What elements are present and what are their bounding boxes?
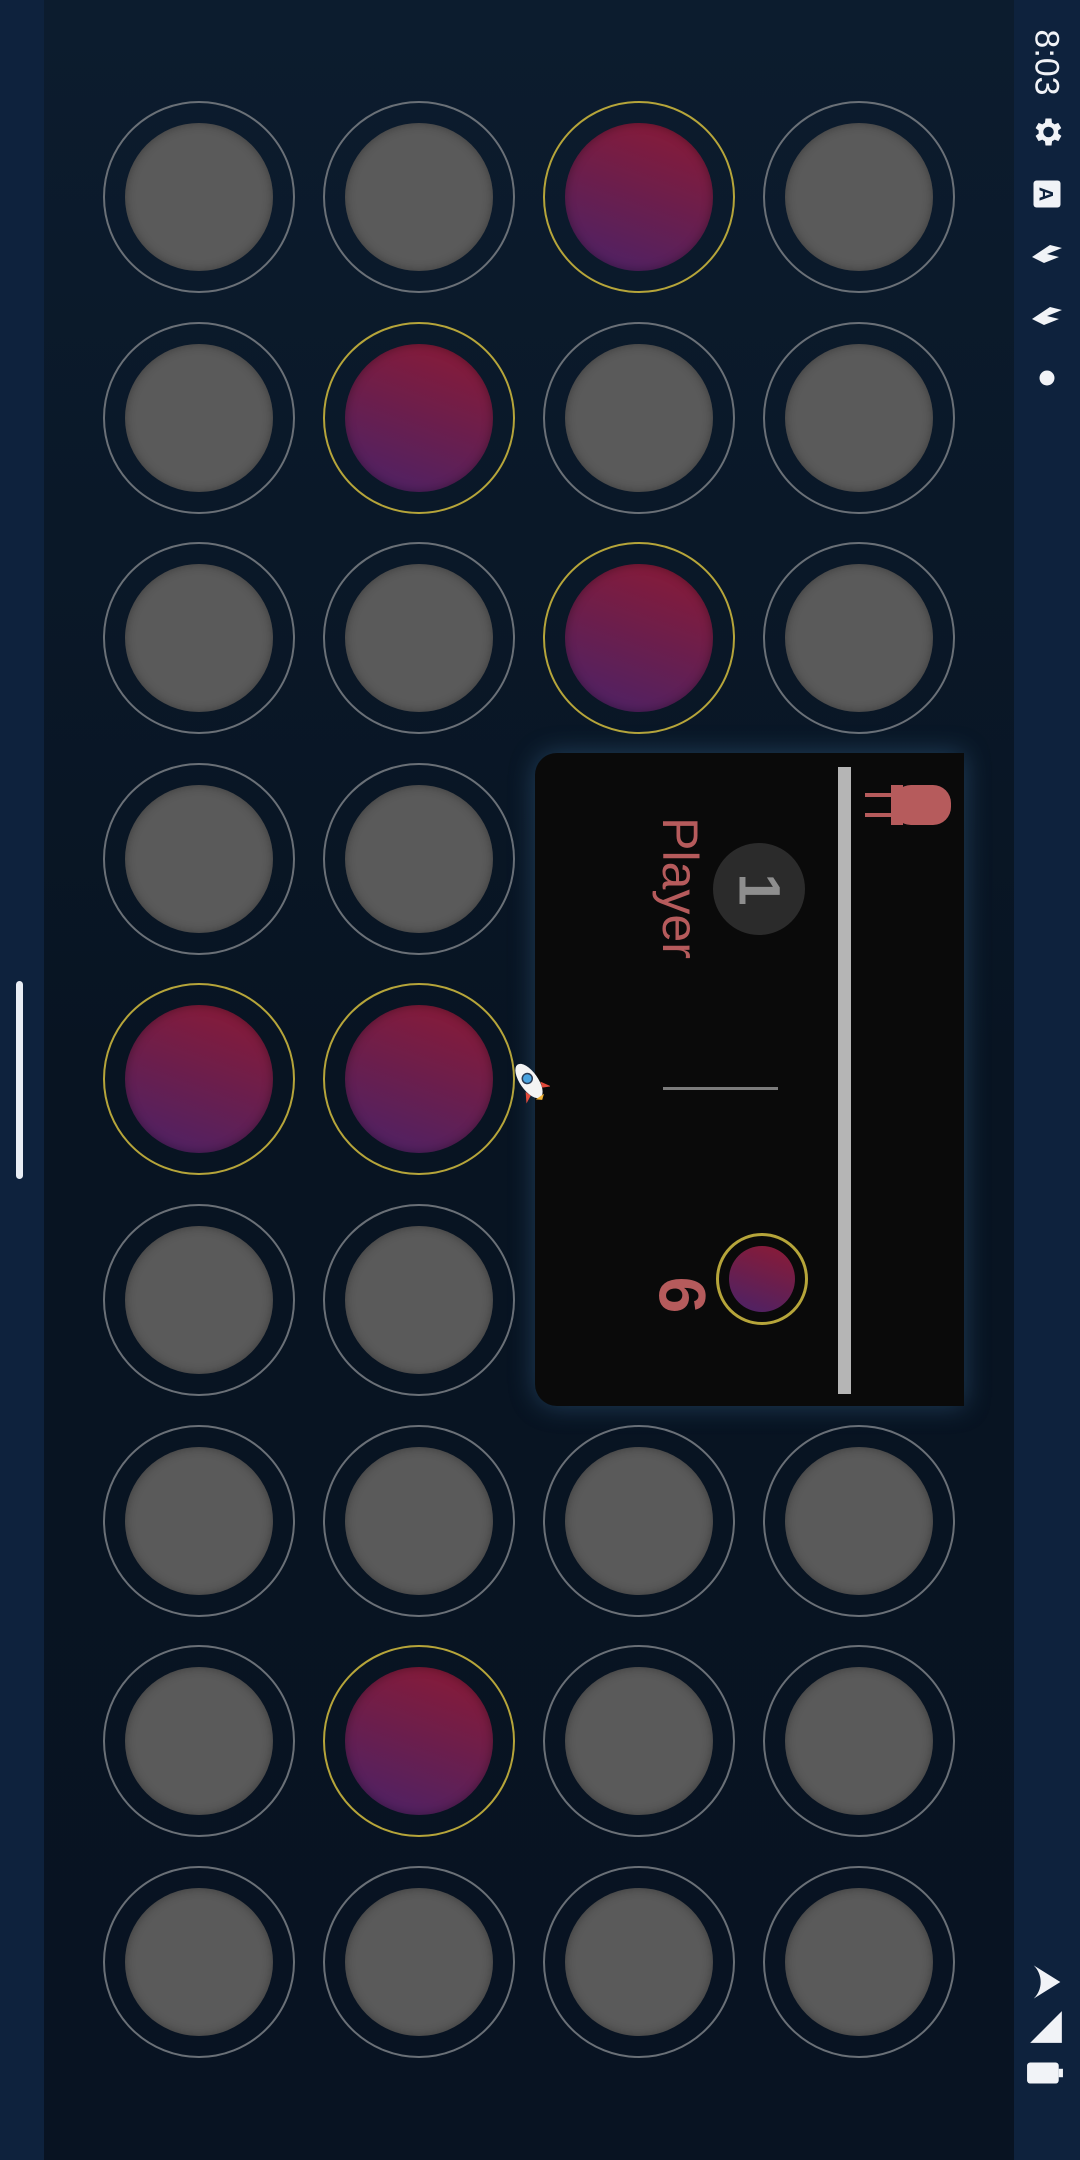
empty-slot-disc [565, 1667, 713, 1815]
board-cell[interactable] [103, 1645, 295, 1837]
game-piece [125, 1005, 273, 1153]
player-label-text: Player [652, 817, 709, 959]
board-cell[interactable] [103, 1425, 295, 1617]
empty-slot-disc [785, 564, 933, 712]
game-piece [565, 123, 713, 271]
rocket-icon [515, 1063, 550, 1104]
board-cell-selected[interactable] [543, 101, 735, 293]
empty-slot-disc [565, 344, 713, 492]
board-cell[interactable] [103, 322, 295, 514]
empty-slot-disc [125, 123, 273, 271]
board-cell[interactable] [763, 1425, 955, 1617]
empty-slot-disc [565, 1888, 713, 2036]
empty-slot-disc [125, 344, 273, 492]
empty-slot-disc [345, 123, 493, 271]
board-cell[interactable] [543, 1645, 735, 1837]
empty-slot-disc [785, 1447, 933, 1595]
empty-slot-disc [125, 1667, 273, 1815]
empty-slot-disc [125, 1226, 273, 1374]
empty-slot-disc [785, 1667, 933, 1815]
score-value: 6 [645, 1276, 719, 1314]
game-piece [345, 344, 493, 492]
board-cell[interactable] [763, 101, 955, 293]
empty-slot-disc [125, 1888, 273, 2036]
board-cell-selected[interactable] [323, 1645, 515, 1837]
board-cell[interactable] [103, 763, 295, 955]
empty-slot-disc [125, 785, 273, 933]
board-cell[interactable] [323, 542, 515, 734]
board-cell-selected[interactable] [543, 542, 735, 734]
empty-slot-disc [345, 1447, 493, 1595]
empty-slot-disc [125, 564, 273, 712]
empty-slot-disc [565, 1447, 713, 1595]
score-display: 6 [645, 1250, 719, 1340]
game-piece [345, 1005, 493, 1153]
player-panel: Player 1 6 [535, 753, 964, 1406]
board-cell[interactable] [323, 1866, 515, 2058]
player-piece-disc [729, 1246, 795, 1312]
board-cell[interactable] [323, 1204, 515, 1396]
board-cell[interactable] [103, 1204, 295, 1396]
board-cell[interactable] [543, 1866, 735, 2058]
empty-slot-disc [345, 564, 493, 712]
player-label: Player [645, 813, 715, 963]
empty-slot-disc [785, 123, 933, 271]
empty-slot-disc [345, 785, 493, 933]
player-piece-token [716, 1233, 808, 1325]
board-cell[interactable] [103, 101, 295, 293]
board-cell[interactable] [323, 763, 515, 955]
empty-slot-disc [125, 1447, 273, 1595]
board-cell-selected[interactable] [103, 983, 295, 1175]
empty-slot-disc [785, 344, 933, 492]
board-cell[interactable] [763, 1645, 955, 1837]
board-cell[interactable] [103, 542, 295, 734]
board-cell-selected[interactable] [323, 322, 515, 514]
empty-slot-disc [345, 1888, 493, 2036]
board-cell[interactable] [543, 1425, 735, 1617]
board-cell[interactable] [763, 542, 955, 734]
board-cell[interactable] [323, 1425, 515, 1617]
player-avatar: 1 [713, 843, 805, 935]
exit-plug-icon[interactable] [865, 775, 960, 835]
board-cell[interactable] [323, 101, 515, 293]
player-number: 1 [726, 872, 792, 906]
game-piece [345, 1667, 493, 1815]
board-cell[interactable] [763, 1866, 955, 2058]
board-cell[interactable] [543, 322, 735, 514]
board-cell-selected[interactable] [323, 983, 515, 1175]
game-piece [565, 564, 713, 712]
empty-slot-disc [785, 1888, 933, 2036]
panel-divider-line [663, 1087, 778, 1090]
board-cell[interactable] [763, 322, 955, 514]
panel-divider-bar [838, 767, 851, 1394]
board-cell[interactable] [103, 1866, 295, 2058]
empty-slot-disc [345, 1226, 493, 1374]
